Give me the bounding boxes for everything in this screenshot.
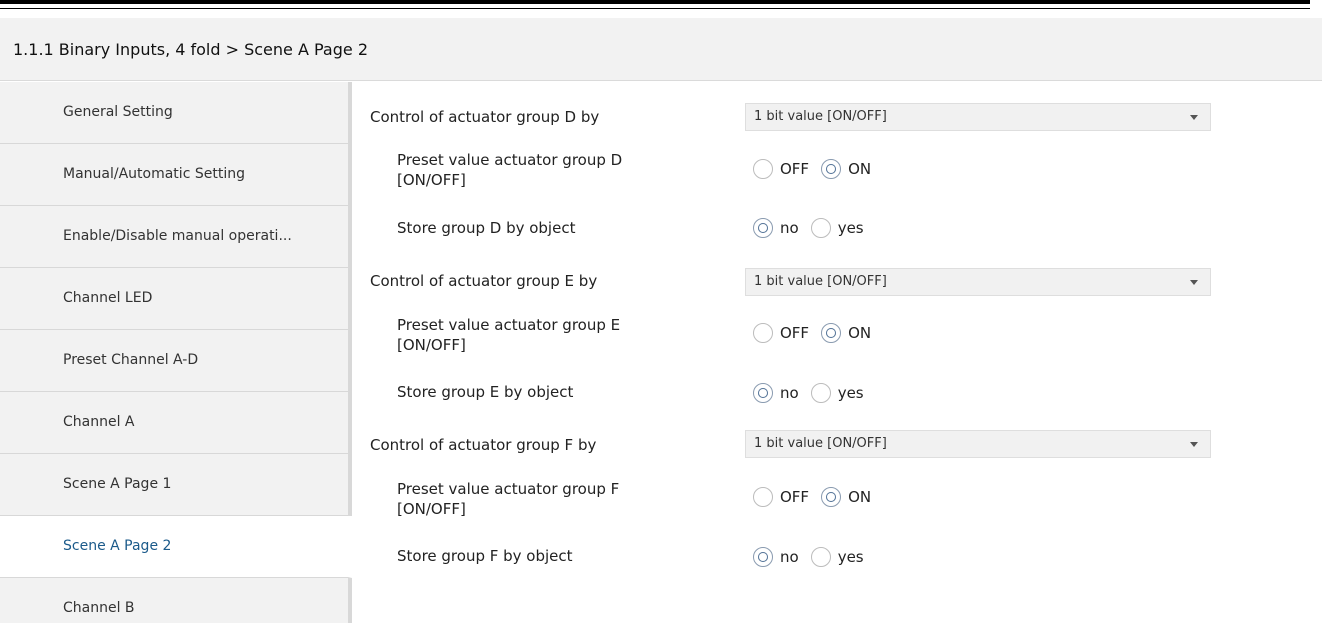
- sidebar-item-label: Scene A Page 1: [63, 476, 172, 492]
- sidebar-item-manual-automatic-setting[interactable]: Manual/Automatic Setting: [0, 144, 352, 206]
- radio-label: ON: [848, 324, 872, 342]
- preset-radio-group-f: OFF ON: [753, 487, 883, 507]
- parameter-panel: Control of actuator group D by 1 bit val…: [352, 82, 1322, 623]
- sidebar-item-label: Channel B: [63, 600, 135, 616]
- sidebar-item-label: General Setting: [63, 104, 173, 120]
- radio-label: yes: [837, 548, 864, 566]
- sidebar-item-channel-b[interactable]: Channel B: [0, 578, 352, 623]
- store-label: Store group F by object: [397, 547, 573, 565]
- radio-checked-icon: [753, 383, 773, 403]
- store-radio-group-e: no yes: [753, 383, 876, 403]
- radio-off[interactable]: OFF: [753, 159, 809, 179]
- radio-label: no: [780, 548, 799, 566]
- control-dropdown-d[interactable]: 1 bit value [ON/OFF]: [745, 103, 1211, 131]
- sidebar-item-preset-channel-a-d[interactable]: Preset Channel A-D: [0, 330, 352, 392]
- sidebar-item-enable-disable-manual[interactable]: Enable/Disable manual operati...: [0, 206, 352, 268]
- radio-label: no: [780, 384, 799, 402]
- preset-radio-group-d: OFF ON: [753, 159, 883, 179]
- radio-on[interactable]: ON: [821, 323, 871, 343]
- sidebar-item-scene-a-page-2[interactable]: Scene A Page 2: [0, 516, 352, 578]
- dropdown-value: 1 bit value [ON/OFF]: [754, 109, 887, 124]
- sidebar-item-scene-a-page-1[interactable]: Scene A Page 1: [0, 454, 352, 516]
- preset-label: Preset value actuator group F: [397, 480, 620, 498]
- radio-icon: [753, 487, 773, 507]
- preset-label: Preset value actuator group D: [397, 151, 623, 169]
- radio-icon: [753, 323, 773, 343]
- sidebar-item-label: Preset Channel A-D: [63, 352, 199, 368]
- radio-label: yes: [837, 384, 864, 402]
- sidebar-item-label: Scene A Page 2: [63, 538, 172, 554]
- radio-label: OFF: [780, 160, 810, 178]
- sidebar-item-label: Manual/Automatic Setting: [63, 166, 245, 182]
- preset-label-unit: [ON/OFF]: [397, 336, 466, 354]
- radio-checked-icon: [753, 547, 773, 567]
- radio-label: no: [780, 219, 799, 237]
- radio-yes[interactable]: yes: [810, 218, 864, 238]
- radio-on[interactable]: ON: [821, 159, 871, 179]
- radio-icon: [810, 218, 831, 238]
- dropdown-value: 1 bit value [ON/OFF]: [754, 274, 887, 289]
- radio-checked-icon: [821, 159, 842, 179]
- store-radio-group-d: no yes: [753, 218, 876, 238]
- sidebar-item-channel-a[interactable]: Channel A: [0, 392, 352, 454]
- store-label: Store group E by object: [397, 383, 574, 401]
- sidebar-item-label: Channel LED: [63, 290, 153, 306]
- radio-label: yes: [837, 219, 864, 237]
- store-radio-group-f: no yes: [753, 547, 876, 567]
- preset-label-unit: [ON/OFF]: [397, 171, 466, 189]
- chevron-down-icon: [1190, 115, 1198, 120]
- radio-no[interactable]: no: [753, 547, 799, 567]
- radio-checked-icon: [753, 218, 773, 238]
- radio-on[interactable]: ON: [821, 487, 871, 507]
- radio-off[interactable]: OFF: [753, 323, 809, 343]
- sidebar-item-label: Enable/Disable manual operati...: [63, 228, 292, 244]
- radio-icon: [810, 383, 831, 403]
- preset-radio-group-e: OFF ON: [753, 323, 883, 343]
- control-label: Control of actuator group E by: [370, 272, 598, 290]
- store-label: Store group D by object: [397, 219, 576, 237]
- sidebar: General Setting Manual/Automatic Setting…: [0, 82, 352, 623]
- radio-checked-icon: [821, 487, 842, 507]
- radio-label: ON: [848, 160, 872, 178]
- radio-icon: [753, 159, 773, 179]
- dropdown-value: 1 bit value [ON/OFF]: [754, 436, 887, 451]
- radio-label: OFF: [780, 488, 810, 506]
- page-header: 1.1.1 Binary Inputs, 4 fold > Scene A Pa…: [0, 18, 1322, 81]
- radio-label: ON: [848, 488, 872, 506]
- radio-yes[interactable]: yes: [810, 383, 864, 403]
- control-label: Control of actuator group F by: [370, 436, 597, 454]
- control-dropdown-e[interactable]: 1 bit value [ON/OFF]: [745, 268, 1211, 296]
- radio-no[interactable]: no: [753, 383, 799, 403]
- radio-checked-icon: [821, 323, 842, 343]
- top-rule: [0, 0, 1310, 4]
- sidebar-item-label: Channel A: [63, 414, 135, 430]
- preset-label: Preset value actuator group E: [397, 316, 621, 334]
- radio-no[interactable]: no: [753, 218, 799, 238]
- sidebar-item-channel-led[interactable]: Channel LED: [0, 268, 352, 330]
- top-rule-thin: [0, 8, 1310, 9]
- chevron-down-icon: [1190, 280, 1198, 285]
- preset-label-unit: [ON/OFF]: [397, 500, 466, 518]
- radio-off[interactable]: OFF: [753, 487, 809, 507]
- radio-label: OFF: [780, 324, 810, 342]
- radio-icon: [810, 547, 831, 567]
- chevron-down-icon: [1190, 442, 1198, 447]
- control-label: Control of actuator group D by: [370, 108, 600, 126]
- control-dropdown-f[interactable]: 1 bit value [ON/OFF]: [745, 430, 1211, 458]
- radio-yes[interactable]: yes: [810, 547, 864, 567]
- breadcrumb-title: 1.1.1 Binary Inputs, 4 fold > Scene A Pa…: [13, 40, 368, 59]
- sidebar-item-general-setting[interactable]: General Setting: [0, 82, 352, 144]
